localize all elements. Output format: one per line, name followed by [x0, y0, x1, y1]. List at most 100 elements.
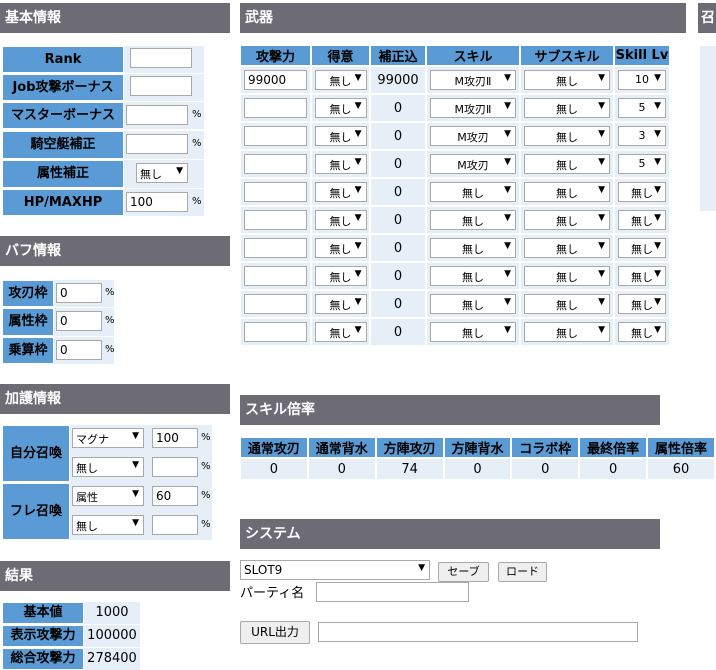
- buff-attack-input[interactable]: [56, 283, 102, 303]
- slot-select[interactable]: SLOT9 ▼: [240, 560, 430, 580]
- element-select[interactable]: 無し ▼: [136, 163, 188, 183]
- weapon-fav-select[interactable]: 無し ▼: [314, 322, 367, 342]
- url-output-field[interactable]: [318, 622, 638, 642]
- weapon-fav-select[interactable]: 無し ▼: [314, 154, 367, 174]
- weapon-col-skill: スキル: [427, 46, 519, 65]
- weapon-fav-select[interactable]: 無し ▼: [314, 70, 367, 90]
- weapon-skill-lv-select[interactable]: 無し ▼: [618, 238, 666, 258]
- self-summon-value-1[interactable]: [152, 428, 198, 448]
- weapon-subskill-select[interactable]: 無し ▼: [524, 98, 610, 118]
- weapon-skill-lv-select[interactable]: 10 ▼: [618, 70, 666, 90]
- buff-element-input[interactable]: [56, 311, 102, 331]
- weapon-skill-select[interactable]: 無し ▼: [430, 266, 516, 286]
- weapon-skill-lv-select[interactable]: 無し ▼: [618, 182, 666, 202]
- weapon-skill-select[interactable]: 無し ▼: [430, 322, 516, 342]
- weapon-atk-input[interactable]: [244, 322, 307, 342]
- rate-header: 属性倍率: [648, 438, 714, 457]
- master-pct: %: [192, 109, 202, 120]
- friend-summon-pct-2: %: [201, 519, 211, 530]
- weapon-col-lv: Skill Lv: [615, 46, 669, 65]
- self-summon-label: 自分召喚: [2, 425, 70, 482]
- weapon-skill-select[interactable]: 無し ▼: [430, 238, 516, 258]
- rank-input[interactable]: [130, 48, 192, 68]
- weapon-atk-input[interactable]: [244, 294, 307, 314]
- weapon-skill-select[interactable]: M攻刃 ▼: [430, 126, 516, 146]
- rate-value: 0: [308, 459, 375, 479]
- weapon-atk-input[interactable]: [244, 126, 307, 146]
- weapon-atk-input[interactable]: [244, 210, 307, 230]
- friend-summon-type-1[interactable]: 属性 ▼: [72, 486, 144, 506]
- weapon-skill-select[interactable]: 無し ▼: [430, 210, 516, 230]
- weapon-atk-input[interactable]: [244, 182, 307, 202]
- weapon-subskill-select[interactable]: 無し ▼: [524, 126, 610, 146]
- airship-input[interactable]: [126, 134, 188, 154]
- self-summon-type-1[interactable]: マグナ ▼: [72, 428, 144, 448]
- friend-summon-type-2[interactable]: 無し ▼: [72, 515, 144, 535]
- weapon-skill-lv-select[interactable]: 無し ▼: [618, 322, 666, 342]
- weapon-subskill-select[interactable]: 無し ▼: [524, 182, 610, 202]
- job-bonus-label: Job攻撃ボーナス: [2, 74, 124, 101]
- friend-summon-pct-1: %: [201, 490, 211, 501]
- weapon-corrected-value: 0: [393, 240, 403, 256]
- weapon-atk-input[interactable]: [244, 98, 307, 118]
- weapon-row: 無し ▼ 0 無し ▼ 無し ▼ 無し ▼: [241, 319, 669, 345]
- airship-pct: %: [192, 138, 202, 149]
- weapon-col-corr: 補正込: [371, 46, 425, 65]
- job-bonus-input[interactable]: [130, 76, 192, 96]
- self-summon-type-2[interactable]: 無し ▼: [72, 457, 144, 477]
- weapon-row: 無し ▼ 0 無し ▼ 無し ▼ 無し ▼: [241, 291, 669, 317]
- weapon-subskill-select[interactable]: 無し ▼: [524, 294, 610, 314]
- weapon-skill-lv-select[interactable]: 無し ▼: [618, 210, 666, 230]
- weapon-corrected-value: 0: [393, 324, 403, 340]
- summon-info-header: 加護情報: [0, 384, 230, 414]
- result-display-label: 表示攻撃力: [2, 625, 84, 647]
- weapon-subskill-select[interactable]: 無し ▼: [524, 70, 610, 90]
- weapon-skill-lv-select[interactable]: 5 ▼: [618, 154, 666, 174]
- weapon-skill-select[interactable]: 無し ▼: [430, 182, 516, 202]
- friend-summon-value-2[interactable]: [152, 515, 198, 535]
- weapon-skill-select[interactable]: 無し ▼: [430, 294, 516, 314]
- weapon-atk-input[interactable]: [244, 70, 307, 90]
- weapon-fav-select[interactable]: 無し ▼: [314, 238, 367, 258]
- weapon-row: 無し ▼ 0 無し ▼ 無し ▼ 無し ▼: [241, 263, 669, 289]
- weapon-subskill-select[interactable]: 無し ▼: [524, 154, 610, 174]
- weapon-skill-lv-select[interactable]: 無し ▼: [618, 294, 666, 314]
- buff-attack-label: 攻刃枠: [2, 280, 54, 307]
- rate-value: 0: [241, 459, 307, 479]
- cutoff-header: 召: [698, 3, 716, 33]
- weapon-subskill-select[interactable]: 無し ▼: [524, 210, 610, 230]
- rate-header: コラボ枠: [512, 438, 579, 457]
- weapon-fav-select[interactable]: 無し ▼: [314, 210, 367, 230]
- weapon-fav-select[interactable]: 無し ▼: [314, 98, 367, 118]
- weapon-subskill-select[interactable]: 無し ▼: [524, 238, 610, 258]
- hp-input[interactable]: [126, 192, 188, 212]
- skill-rate-header: スキル倍率: [240, 395, 660, 425]
- weapon-fav-select[interactable]: 無し ▼: [314, 182, 367, 202]
- rate-header: 方陣背水: [444, 438, 511, 457]
- weapon-fav-select[interactable]: 無し ▼: [314, 294, 367, 314]
- weapon-corrected-value: 0: [393, 128, 403, 144]
- element-label: 属性補正: [2, 160, 124, 188]
- weapon-skill-select[interactable]: M攻刃Ⅱ ▼: [430, 70, 516, 90]
- save-button[interactable]: セーブ: [438, 562, 489, 582]
- buff-multiply-input[interactable]: [56, 340, 102, 360]
- weapon-skill-select[interactable]: M攻刃Ⅱ ▼: [430, 98, 516, 118]
- weapon-skill-select[interactable]: M攻刃 ▼: [430, 154, 516, 174]
- weapon-subskill-select[interactable]: 無し ▼: [524, 266, 610, 286]
- self-summon-value-2[interactable]: [152, 457, 198, 477]
- weapon-skill-lv-select[interactable]: 無し ▼: [618, 266, 666, 286]
- party-name-input[interactable]: [316, 582, 469, 602]
- master-bonus-input[interactable]: [126, 105, 188, 125]
- weapon-atk-input[interactable]: [244, 238, 307, 258]
- friend-summon-value-1[interactable]: [152, 486, 198, 506]
- weapon-subskill-select[interactable]: 無し ▼: [524, 322, 610, 342]
- skill-rate-table: 通常攻刃 通常背水 方陣攻刃 方陣背水 コラボ枠 最終倍率 属性倍率 0 0 74 0 0 0 60: [239, 436, 716, 481]
- weapon-atk-input[interactable]: [244, 266, 307, 286]
- weapon-atk-input[interactable]: [244, 154, 307, 174]
- weapon-skill-lv-select[interactable]: 5 ▼: [618, 98, 666, 118]
- load-button[interactable]: ロード: [498, 562, 547, 582]
- weapon-fav-select[interactable]: 無し ▼: [314, 126, 367, 146]
- url-output-button[interactable]: URL出力: [240, 621, 310, 644]
- weapon-fav-select[interactable]: 無し ▼: [314, 266, 367, 286]
- weapon-skill-lv-select[interactable]: 3 ▼: [618, 126, 666, 146]
